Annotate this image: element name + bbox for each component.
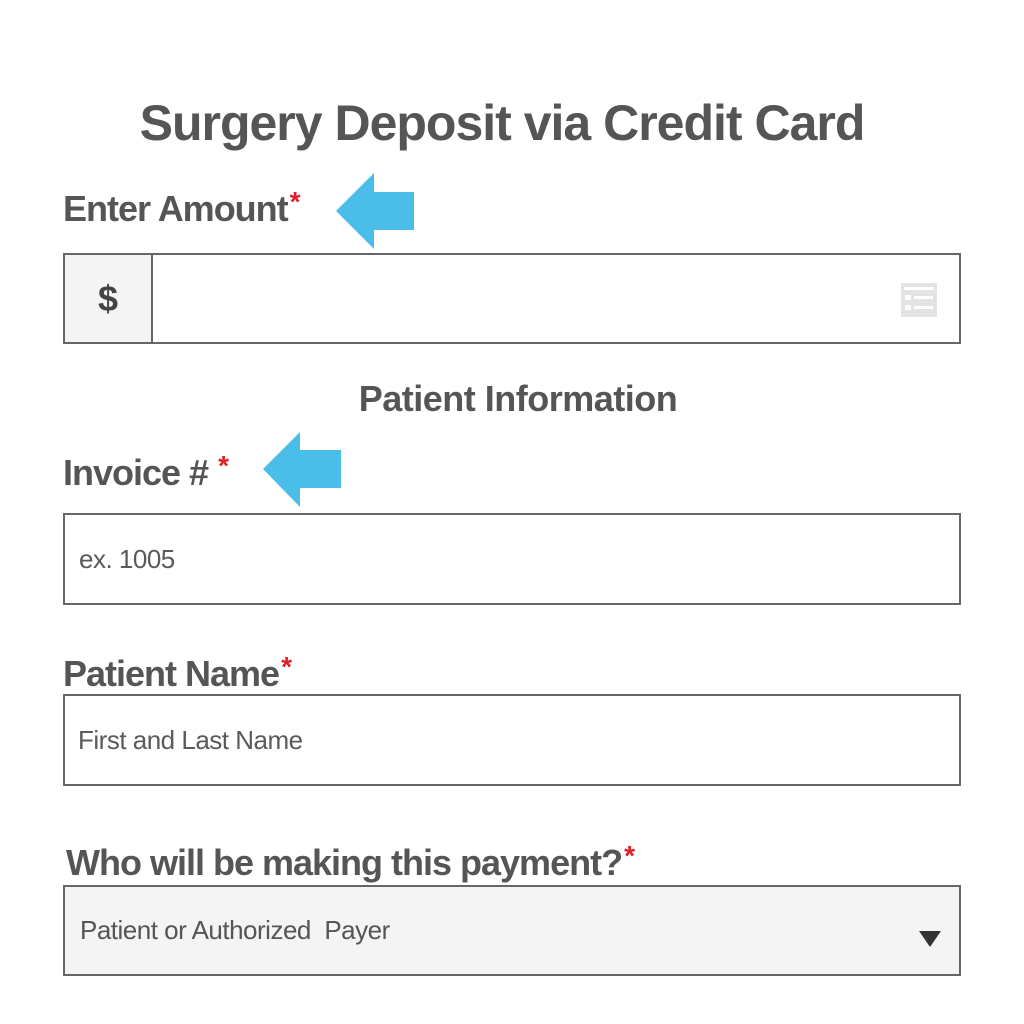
invoice-field: [63, 513, 961, 605]
payer-label: Who will be making this payment?*: [66, 840, 635, 884]
payer-selected-value: Patient or Authorized Payer: [80, 915, 390, 945]
amount-input[interactable]: [165, 255, 865, 342]
currency-prefix: $: [65, 255, 153, 342]
amount-label-text: Enter Amount: [63, 188, 289, 229]
section-heading-patient-information: Patient Information: [358, 378, 678, 419]
arrow-left-icon: [336, 173, 414, 249]
patient-name-label-text: Patient Name: [63, 653, 280, 694]
patient-name-field: [63, 694, 961, 786]
required-asterisk: *: [218, 450, 229, 481]
invoice-label: Invoice # *: [63, 450, 229, 494]
autofill-list-icon[interactable]: [901, 283, 937, 317]
required-asterisk: *: [289, 186, 301, 217]
triangle-down-icon: [919, 931, 941, 947]
invoice-label-text: Invoice #: [63, 452, 209, 493]
arrow-left-icon: [263, 432, 341, 507]
required-asterisk: *: [281, 651, 292, 682]
patient-name-label: Patient Name*: [63, 651, 292, 695]
invoice-input[interactable]: [79, 515, 939, 603]
payer-label-text: Who will be making this payment?: [66, 842, 623, 883]
amount-label: Enter Amount*: [63, 186, 301, 230]
patient-name-input[interactable]: [78, 696, 938, 784]
payer-select[interactable]: Patient or Authorized Payer: [63, 885, 961, 976]
required-asterisk: *: [624, 840, 635, 871]
amount-field: $: [63, 253, 961, 344]
page-title: Surgery Deposit via Credit Card: [139, 94, 866, 151]
